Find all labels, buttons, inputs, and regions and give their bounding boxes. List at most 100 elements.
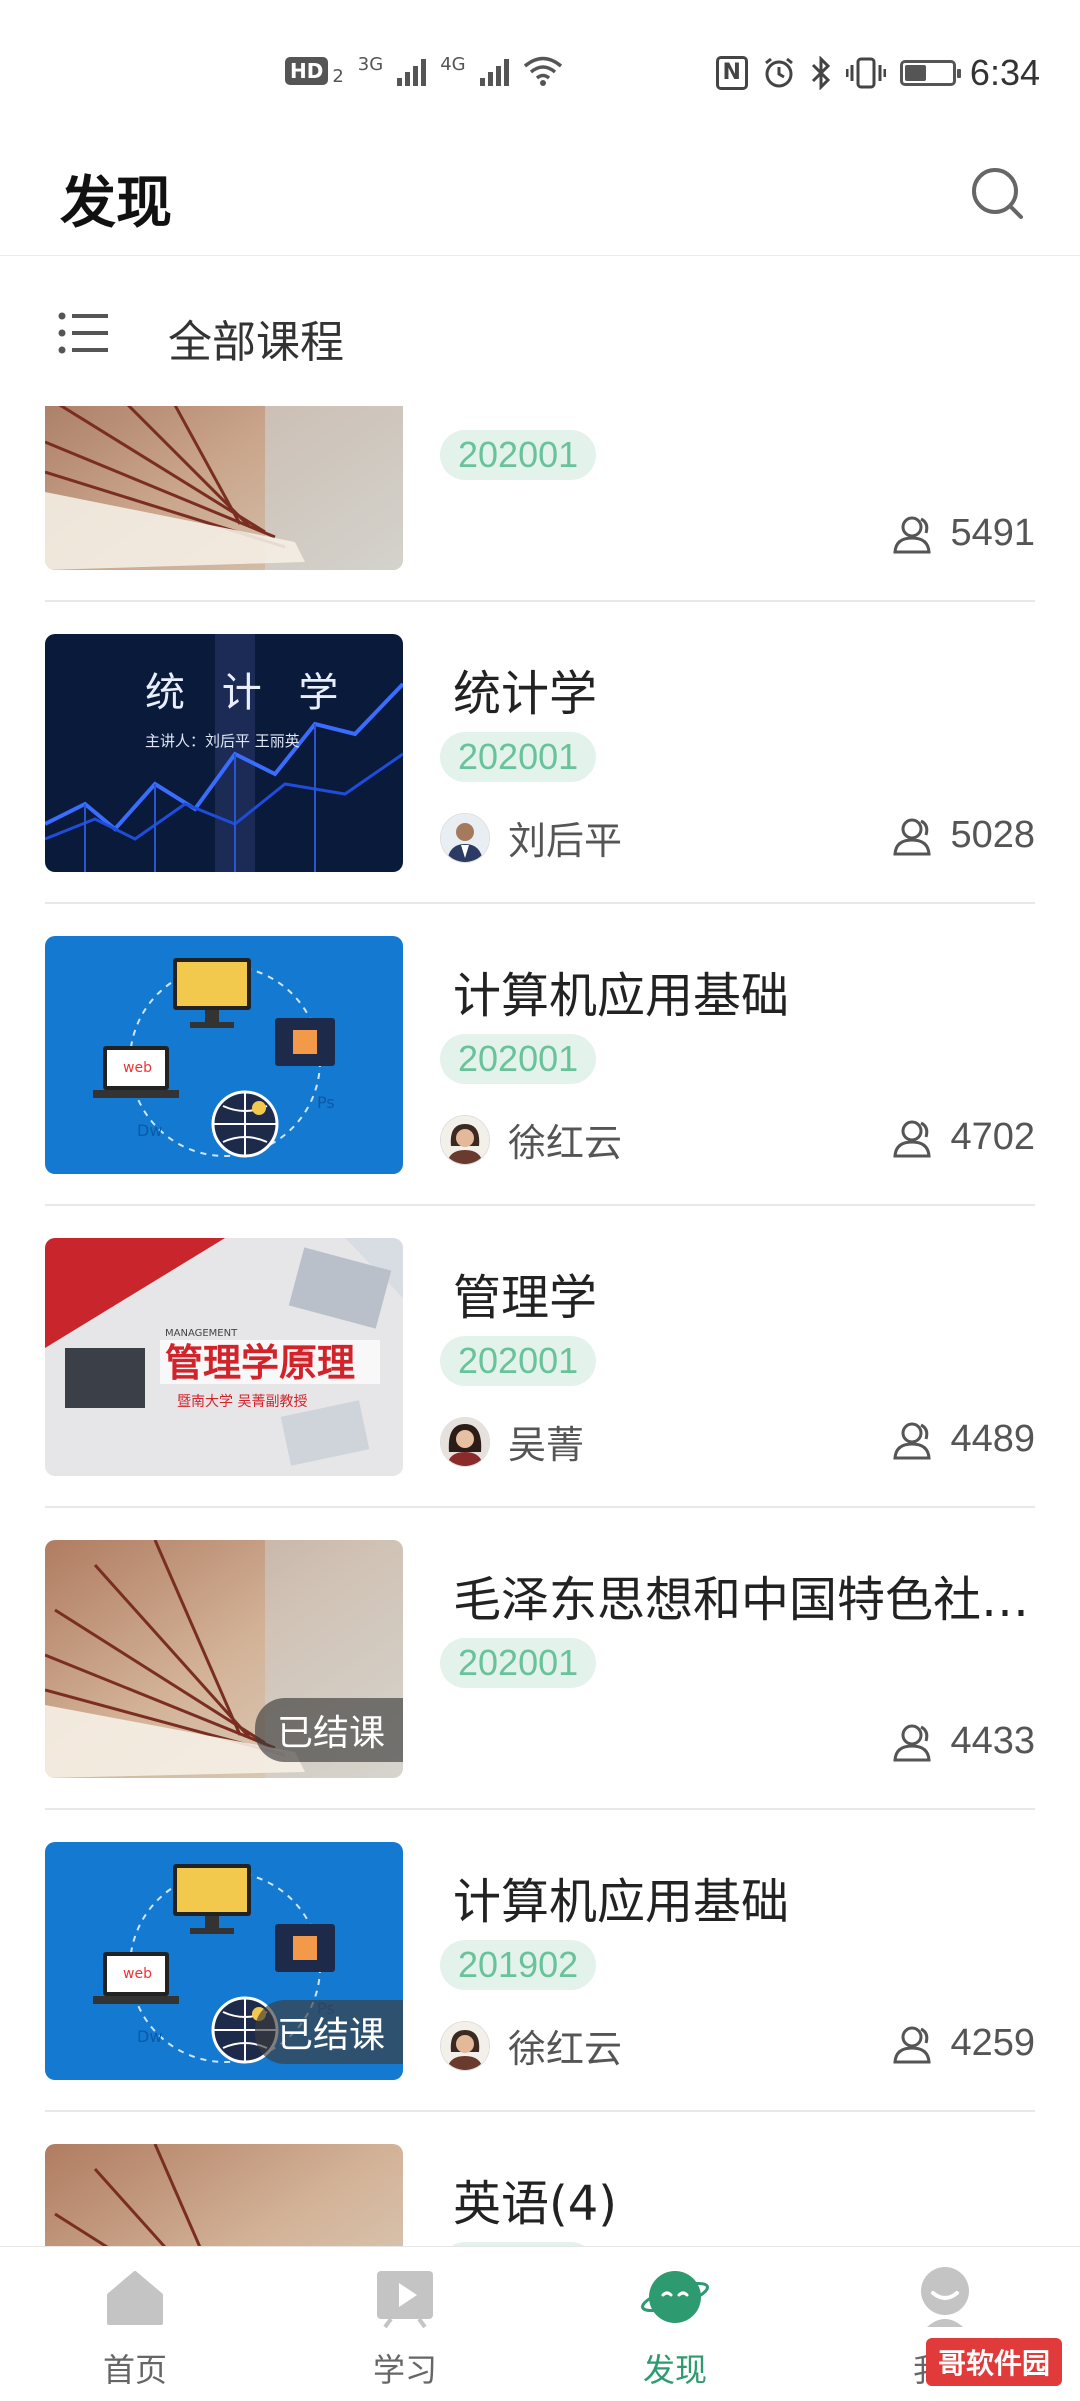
list-menu-icon[interactable] [58,311,108,355]
course-title[interactable]: 管理学 [453,1258,1033,1328]
teacher-name: 徐红云 [508,2027,623,2071]
cover-subtitle: 暨南大学 吴菁副教授 [177,1394,307,1410]
home-icon [107,2271,163,2325]
category-label[interactable]: 全部课程 [168,306,344,370]
bottom-nav: 首页 学习 发现 我的 [0,2246,1080,2401]
signal-icon [397,56,427,86]
course-title[interactable]: 计算机应用基础 [453,956,1033,1026]
cover-title: 统 计 学 [145,670,350,716]
course-item[interactable]: web Dw Ps 计算机应用基础 202001 徐红云 4702 [0,904,1080,1206]
users-icon [893,1422,932,1459]
study-icon [377,2271,433,2329]
course-item[interactable]: 英语(4) 202001 [0,2112,1080,2246]
clock: 6:34 [969,52,1040,93]
ps-label: Ps [317,1093,335,1112]
users-icon [893,516,932,553]
nav-label: 首页 [102,2351,167,2389]
student-count: 5028 [892,814,1035,857]
category-bar[interactable]: 全部课程 [0,256,1080,406]
cover-title: 管理学原理 [165,1341,355,1385]
course-term-badge: 202001 [440,732,597,782]
course-thumbnail-book[interactable] [45,406,403,570]
student-count-value: 4433 [950,1720,1035,1762]
course-thumbnail-computer[interactable]: web Dw Ps [45,936,403,1174]
teacher-avatar [440,1114,490,1165]
student-count: 4702 [892,1116,1035,1159]
computer-cover: web Dw Ps [45,936,403,1174]
nav-discover[interactable]: 发现 [540,2247,810,2401]
course-term-badge: 202001 [440,430,597,480]
status-bar: HD 2 3G 4G N 6:34 [0,0,1080,130]
status-right: N 6:34 [715,52,1040,94]
wifi-icon [523,56,562,86]
discover-icon [641,2271,709,2323]
users-icon [893,1120,932,1157]
book-image [45,406,403,570]
cover-en-label: MANAGEMENT [165,1328,238,1339]
teacher-name: 徐红云 [508,1121,623,1165]
student-count: 5491 [892,512,1035,555]
book-image [45,2144,403,2246]
course-item[interactable]: web Dw Ps 已结课 计算机应用基础 201902 徐红云 425 [0,1810,1080,2112]
course-title[interactable]: 毛泽东思想和中国特色社… [453,1560,1033,1630]
course-term-badge: 202001 [440,1336,597,1386]
course-ended-badge: 已结课 [254,2000,403,2064]
student-count: 4259 [892,2022,1035,2065]
signal-icon-2 [479,56,509,86]
student-count: 4433 [892,1720,1035,1763]
course-item[interactable]: 已结课 毛泽东思想和中国特色社… 202001 4433 [0,1508,1080,1810]
course-thumbnail-statistics[interactable]: 统 计 学 主讲人：刘后平 王丽英 [45,634,403,872]
course-term-badge: 201902 [440,1940,597,1990]
student-count: 4489 [892,1418,1035,1461]
course-item[interactable]: 统 计 学 主讲人：刘后平 王丽英 统计学 202001 刘后平 5028 [0,602,1080,904]
hd-badge: HD [285,57,329,85]
search-icon[interactable] [969,165,1025,221]
network-3g-label: 3G [357,53,384,75]
hd-sub: 2 [332,65,344,87]
users-icon [893,1724,932,1761]
course-title[interactable]: 计算机应用基础 [453,1862,1033,1932]
web-label: web [123,1060,152,1076]
nfc-icon: N [715,56,748,90]
course-thumbnail-computer[interactable]: web Dw Ps 已结课 [45,1842,403,2080]
course-term-badge: 202001 [440,1638,597,1688]
users-icon [893,818,932,855]
student-count-value: 4489 [950,1418,1035,1460]
teacher-info: 徐红云 [440,2018,622,2073]
nav-label: 学习 [372,2351,437,2389]
student-count-value: 5491 [950,512,1035,554]
course-title[interactable]: 统计学 [453,654,1033,724]
nav-study[interactable]: 学习 [270,2247,540,2401]
course-title[interactable]: 英语(4) [453,2164,1033,2234]
management-cover: MANAGEMENT 管理学原理 暨南大学 吴菁副教授 [45,1238,403,1476]
statistics-cover: 统 计 学 主讲人：刘后平 王丽英 [45,634,403,872]
course-thumbnail-management[interactable]: MANAGEMENT 管理学原理 暨南大学 吴菁副教授 [45,1238,403,1476]
teacher-name: 刘后平 [508,819,623,863]
battery-icon [899,60,961,86]
app-header: 发现 [0,130,1080,256]
status-left: HD 2 3G 4G [285,53,563,87]
course-item[interactable]: MANAGEMENT 管理学原理 暨南大学 吴菁副教授 管理学 202001 吴… [0,1206,1080,1508]
users-icon [893,2026,932,2063]
watermark: 哥软件园 [925,2338,1062,2386]
course-item[interactable]: 202001 5491 [0,406,1080,602]
course-thumbnail-book[interactable] [45,2144,403,2246]
course-ended-badge: 已结课 [254,1698,403,1762]
page-title: 发现 [60,171,172,236]
profile-icon [921,2267,969,2327]
teacher-info: 吴菁 [440,1414,584,1469]
dw-label: Dw [137,2027,162,2046]
vibrate-icon [845,57,886,89]
course-thumbnail-book[interactable]: 已结课 [45,1540,403,1778]
teacher-info: 徐红云 [440,1112,622,1167]
course-term-badge: 202001 [440,1034,597,1084]
web-label: web [123,1966,152,1982]
network-4g-label: 4G [440,53,466,75]
nav-home[interactable]: 首页 [0,2247,270,2401]
course-list[interactable]: 202001 5491 统 计 学 主讲人：刘后平 王丽英 统计学 202001… [0,406,1080,2246]
cover-subtitle: 主讲人：刘后平 王丽英 [145,732,300,750]
teacher-name: 吴菁 [508,1423,585,1467]
alarm-icon [764,57,793,88]
student-count-value: 4259 [950,2022,1035,2064]
teacher-avatar [440,1416,490,1467]
